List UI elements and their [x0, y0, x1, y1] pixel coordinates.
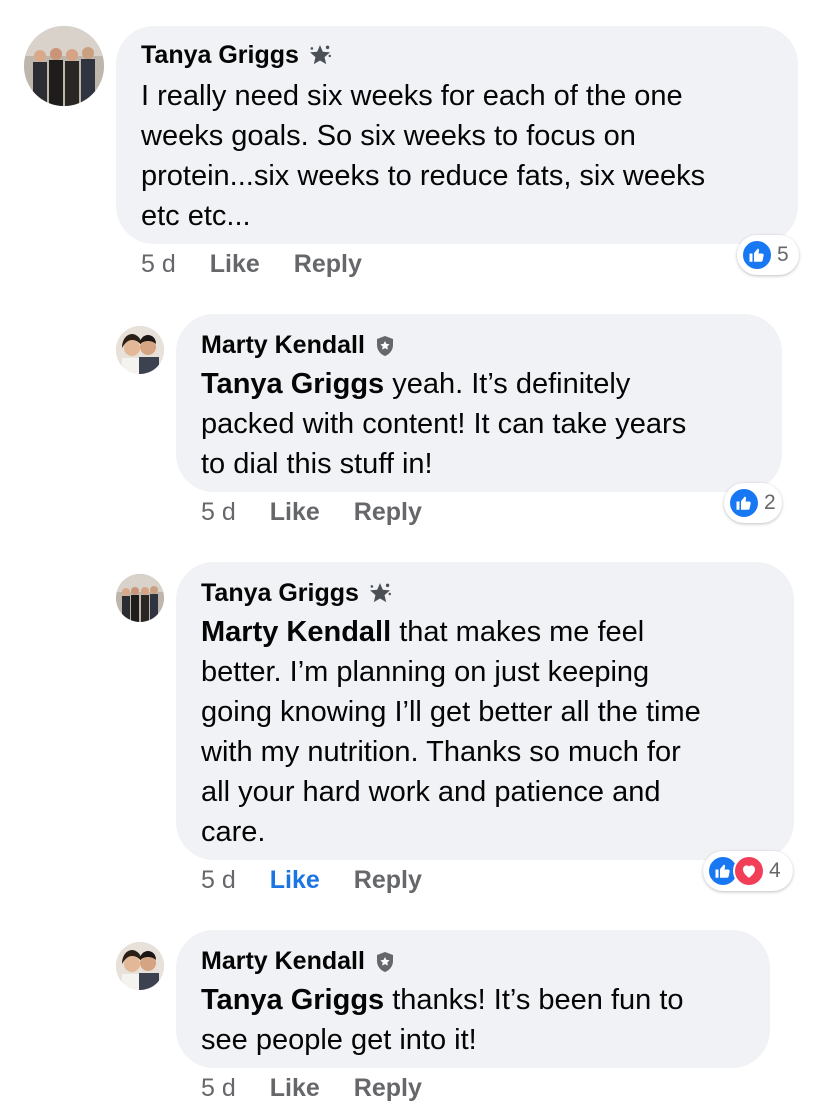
like-button[interactable]: Like	[270, 498, 320, 527]
comment-actions: 5 d Like Reply	[201, 866, 422, 895]
reply-button[interactable]: Reply	[354, 498, 422, 527]
reply-button[interactable]: Reply	[354, 866, 422, 895]
reaction-count: 2	[764, 491, 776, 514]
comment-author[interactable]: Marty Kendall	[201, 331, 397, 360]
comment-author[interactable]: Tanya Griggs	[201, 579, 393, 608]
comment-author[interactable]: Marty Kendall	[201, 947, 397, 976]
like-button[interactable]: Like	[210, 250, 260, 279]
shield-badge-icon	[373, 334, 397, 358]
reaction-summary[interactable]: 2	[724, 483, 782, 523]
timestamp[interactable]: 5 d	[201, 866, 236, 895]
reaction-count: 4	[769, 859, 781, 882]
timestamp[interactable]: 5 d	[201, 1074, 236, 1103]
avatar[interactable]	[116, 942, 164, 990]
reaction-summary[interactable]: 5	[737, 235, 799, 275]
comment-text: I really need six weeks for each of the …	[141, 80, 706, 232]
reply-button[interactable]: Reply	[294, 250, 362, 279]
comment-text: Tanya Griggs thanks! It’s been fun to se…	[201, 984, 684, 1056]
star-badge-icon	[307, 43, 333, 69]
thumbs-up-icon	[728, 487, 760, 519]
reaction-summary[interactable]: 4	[703, 851, 793, 891]
shield-badge-icon	[373, 950, 397, 974]
avatar[interactable]	[116, 326, 164, 374]
comment-actions: 5 d Like Reply	[141, 250, 362, 279]
reply-button[interactable]: Reply	[354, 1074, 422, 1103]
like-button[interactable]: Like	[270, 1074, 320, 1103]
star-badge-icon	[367, 581, 393, 607]
heart-icon	[733, 855, 765, 887]
avatar[interactable]	[24, 26, 104, 106]
comment-text: Marty Kendall that makes me feel better.…	[201, 616, 701, 848]
avatar[interactable]	[116, 574, 164, 622]
mention-link[interactable]: Tanya Griggs	[201, 984, 384, 1016]
comment-text: Tanya Griggs yeah. It’s definitely packe…	[201, 368, 687, 480]
comment-actions: 5 d Like Reply	[201, 498, 422, 527]
reaction-count: 5	[777, 243, 789, 266]
mention-link[interactable]: Tanya Griggs	[201, 368, 384, 400]
comment-author[interactable]: Tanya Griggs	[141, 41, 333, 70]
mention-link[interactable]: Marty Kendall	[201, 616, 391, 648]
thumbs-up-icon	[741, 239, 773, 271]
timestamp[interactable]: 5 d	[141, 250, 176, 279]
timestamp[interactable]: 5 d	[201, 498, 236, 527]
comment-actions: 5 d Like Reply	[201, 1074, 422, 1103]
like-button[interactable]: Like	[270, 866, 320, 895]
